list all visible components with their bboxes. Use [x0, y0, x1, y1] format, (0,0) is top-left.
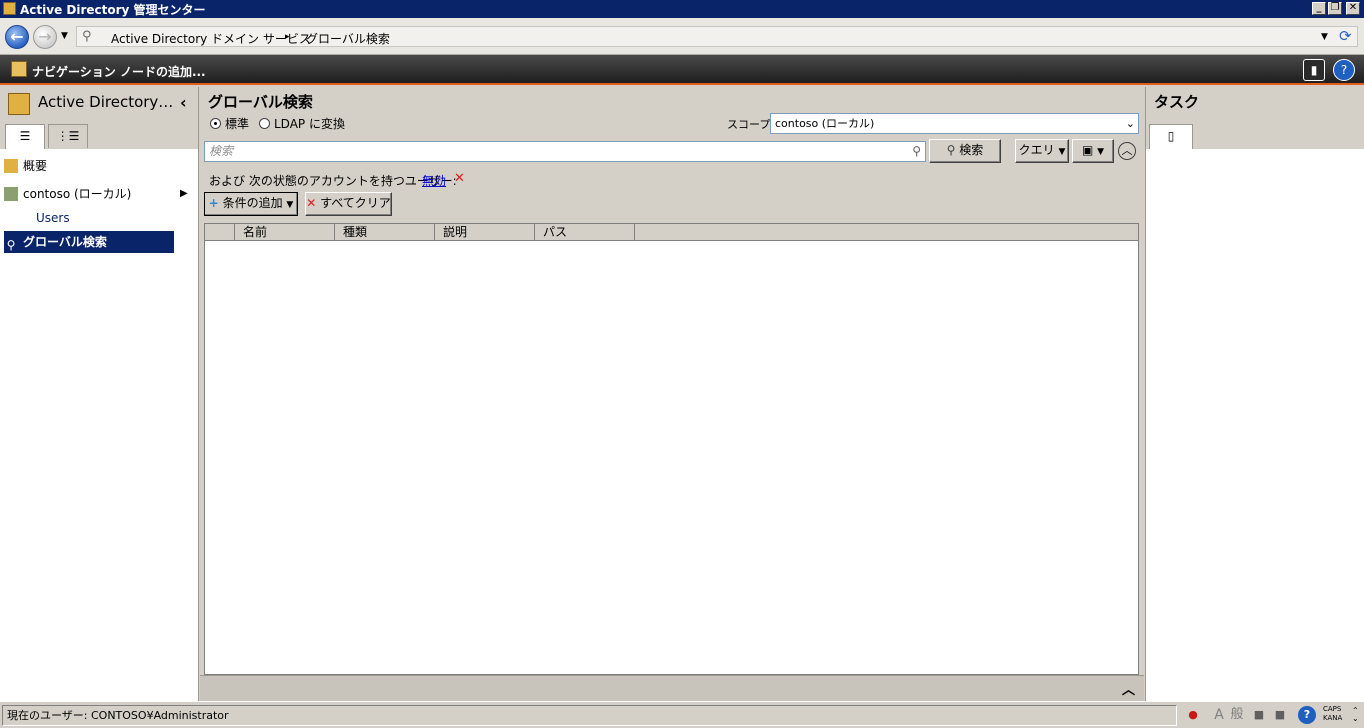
- save-icon: ▣: [1081, 143, 1094, 157]
- radio-unchecked-icon: [259, 118, 270, 129]
- collapse-up-icon[interactable]: ︿: [1118, 142, 1136, 160]
- sidebar-item-label: contoso (ローカル): [23, 187, 132, 201]
- tree-view-tab[interactable]: ⋮☰: [48, 124, 88, 148]
- help-icon[interactable]: ?: [1333, 59, 1355, 81]
- ime-tool-icon[interactable]: ■: [1271, 706, 1289, 724]
- tray-options-icon[interactable]: ⌃ ⌄: [1352, 707, 1359, 723]
- back-button[interactable]: ←: [5, 25, 29, 49]
- search-icon: ⚲: [82, 29, 92, 44]
- add-navigation-node-button[interactable]: ナビゲーション ノードの追加...: [32, 63, 206, 80]
- column-header-path[interactable]: パス: [535, 224, 635, 240]
- restore-button[interactable]: ❐: [1328, 2, 1342, 15]
- search-icon: ⚲: [6, 238, 16, 252]
- sidebar-item-overview[interactable]: 概要: [4, 155, 174, 177]
- plus-icon: +: [208, 196, 219, 210]
- add-node-icon: [11, 61, 27, 77]
- sidebar-item-label: グローバル検索: [23, 235, 107, 249]
- radio-checked-icon: [210, 118, 221, 129]
- navigation-toolbar: ナビゲーション ノードの追加... ▮ ?: [0, 55, 1364, 85]
- breadcrumb-item-global-search[interactable]: グローバル検索: [306, 30, 390, 47]
- history-dropdown-icon[interactable]: ▼: [61, 31, 68, 41]
- sidebar-item-label: 概要: [23, 159, 48, 173]
- title-bar: Active Directory 管理センター _ ❐ ✕: [0, 0, 1364, 18]
- breadcrumb-separator-icon[interactable]: ▸: [285, 32, 290, 42]
- breadcrumb-item-ad-domain-services[interactable]: Active Directory ドメイン サービス: [111, 30, 311, 47]
- ad-logo-icon: [8, 93, 30, 115]
- scope-label: スコープ:: [727, 118, 775, 131]
- chevron-down-icon: ▼: [286, 200, 294, 210]
- ldap-mode-radio[interactable]: LDAP に変換: [259, 115, 345, 132]
- search-button[interactable]: ⚲ 検索: [929, 139, 1001, 163]
- remove-criteria-icon[interactable]: ✕: [454, 171, 465, 186]
- column-header-type[interactable]: 種類: [335, 224, 435, 240]
- forward-button[interactable]: →: [33, 25, 57, 49]
- column-header-name[interactable]: 名前: [235, 224, 335, 240]
- sidebar-item-label: Users: [36, 211, 70, 225]
- clipboard-icon: ▯: [1167, 129, 1175, 143]
- navigation-pane: Active Directory… ‹ ☰ ⋮☰ 概要 contoso (ローカ…: [0, 87, 199, 701]
- grid-header: 名前 種類 説明 パス: [205, 224, 1138, 241]
- search-icon: ⚲: [912, 144, 921, 158]
- tree-view-icon: ⋮☰: [56, 129, 80, 143]
- refresh-icon[interactable]: ⟳: [1339, 27, 1352, 45]
- minimize-button[interactable]: _: [1312, 2, 1326, 15]
- list-view-tab[interactable]: ☰: [5, 124, 45, 149]
- navigation-pane-title: Active Directory…: [38, 93, 174, 111]
- expand-arrow-icon[interactable]: ▶: [180, 183, 188, 205]
- tasks-pane-header: タスク ▯: [1146, 87, 1364, 149]
- column-header-description[interactable]: 説明: [435, 224, 535, 240]
- caps-kana-indicator: CAPS KANA: [1323, 705, 1343, 722]
- close-button[interactable]: ✕: [1346, 2, 1360, 15]
- add-criteria-button[interactable]: + 条件の追加 ▼: [204, 192, 298, 216]
- chevron-down-icon: ▼: [1058, 147, 1066, 157]
- sidebar-item-global-search[interactable]: ⚲ グローバル検索: [4, 231, 174, 253]
- navigation-pane-header: Active Directory… ‹ ☰ ⋮☰: [0, 87, 198, 149]
- criteria-text: および 次の状態のアカウントを持つユーザー:: [209, 174, 457, 188]
- column-header-select[interactable]: [205, 224, 235, 240]
- ime-settings-icon[interactable]: ■: [1250, 706, 1268, 724]
- status-bar: 現在のユーザー: CONTOSO¥Administrator ● A 般 ■ ■…: [0, 701, 1364, 728]
- tasks-pane: タスク ▯: [1145, 87, 1364, 701]
- search-icon: ⚲: [946, 143, 956, 157]
- chevron-down-icon: ⌄: [1125, 117, 1135, 130]
- app-icon: [3, 2, 16, 15]
- query-button[interactable]: クエリ ▼: [1015, 139, 1069, 163]
- clipboard-icon[interactable]: ▮: [1303, 59, 1325, 81]
- global-search-pane: グローバル検索 標準 LDAP に変換 スコープ: contoso (ローカル)…: [200, 87, 1144, 701]
- standard-mode-radio[interactable]: 標準: [210, 115, 249, 132]
- ime-icon[interactable]: ●: [1184, 706, 1202, 724]
- current-user-status: 現在のユーザー: CONTOSO¥Administrator: [2, 705, 1177, 726]
- results-grid[interactable]: 名前 種類 説明 パス: [204, 223, 1139, 675]
- preview-strip: ︿: [200, 675, 1144, 701]
- delete-icon: ✕: [306, 196, 317, 210]
- scope-select[interactable]: contoso (ローカル) ⌄: [770, 113, 1139, 134]
- tasks-title: タスク: [1154, 93, 1200, 111]
- ime-conversion-mode[interactable]: 般: [1228, 706, 1246, 724]
- search-input[interactable]: 検索 ⚲: [204, 141, 926, 162]
- collapse-pane-icon[interactable]: ‹: [180, 93, 187, 112]
- breadcrumb[interactable]: ⚲ Active Directory ドメイン サービス ▸ グローバル検索 ▼…: [76, 26, 1358, 47]
- page-title: グローバル検索: [208, 93, 313, 111]
- list-view-icon: ☰: [19, 129, 31, 143]
- address-bar: ← → ▼ ⚲ Active Directory ドメイン サービス ▸ グロー…: [0, 18, 1364, 55]
- expand-preview-icon[interactable]: ︿: [1122, 679, 1135, 698]
- window-title: Active Directory 管理センター: [20, 3, 206, 17]
- ime-input-mode[interactable]: A: [1210, 706, 1228, 724]
- criteria-value-link[interactable]: 無効: [422, 172, 446, 189]
- chevron-down-icon: ▼: [1097, 147, 1105, 157]
- sidebar-item-users[interactable]: Users: [36, 207, 156, 229]
- overview-icon: [4, 159, 18, 173]
- clear-all-button[interactable]: ✕ すべてクリア: [305, 192, 392, 216]
- help-icon[interactable]: ?: [1298, 706, 1316, 724]
- save-query-button[interactable]: ▣ ▼: [1072, 139, 1114, 163]
- tasks-tab[interactable]: ▯: [1149, 124, 1193, 149]
- domain-icon: [4, 187, 18, 201]
- sidebar-item-contoso[interactable]: contoso (ローカル) ▶: [4, 183, 188, 205]
- address-dropdown-icon[interactable]: ▼: [1321, 32, 1328, 42]
